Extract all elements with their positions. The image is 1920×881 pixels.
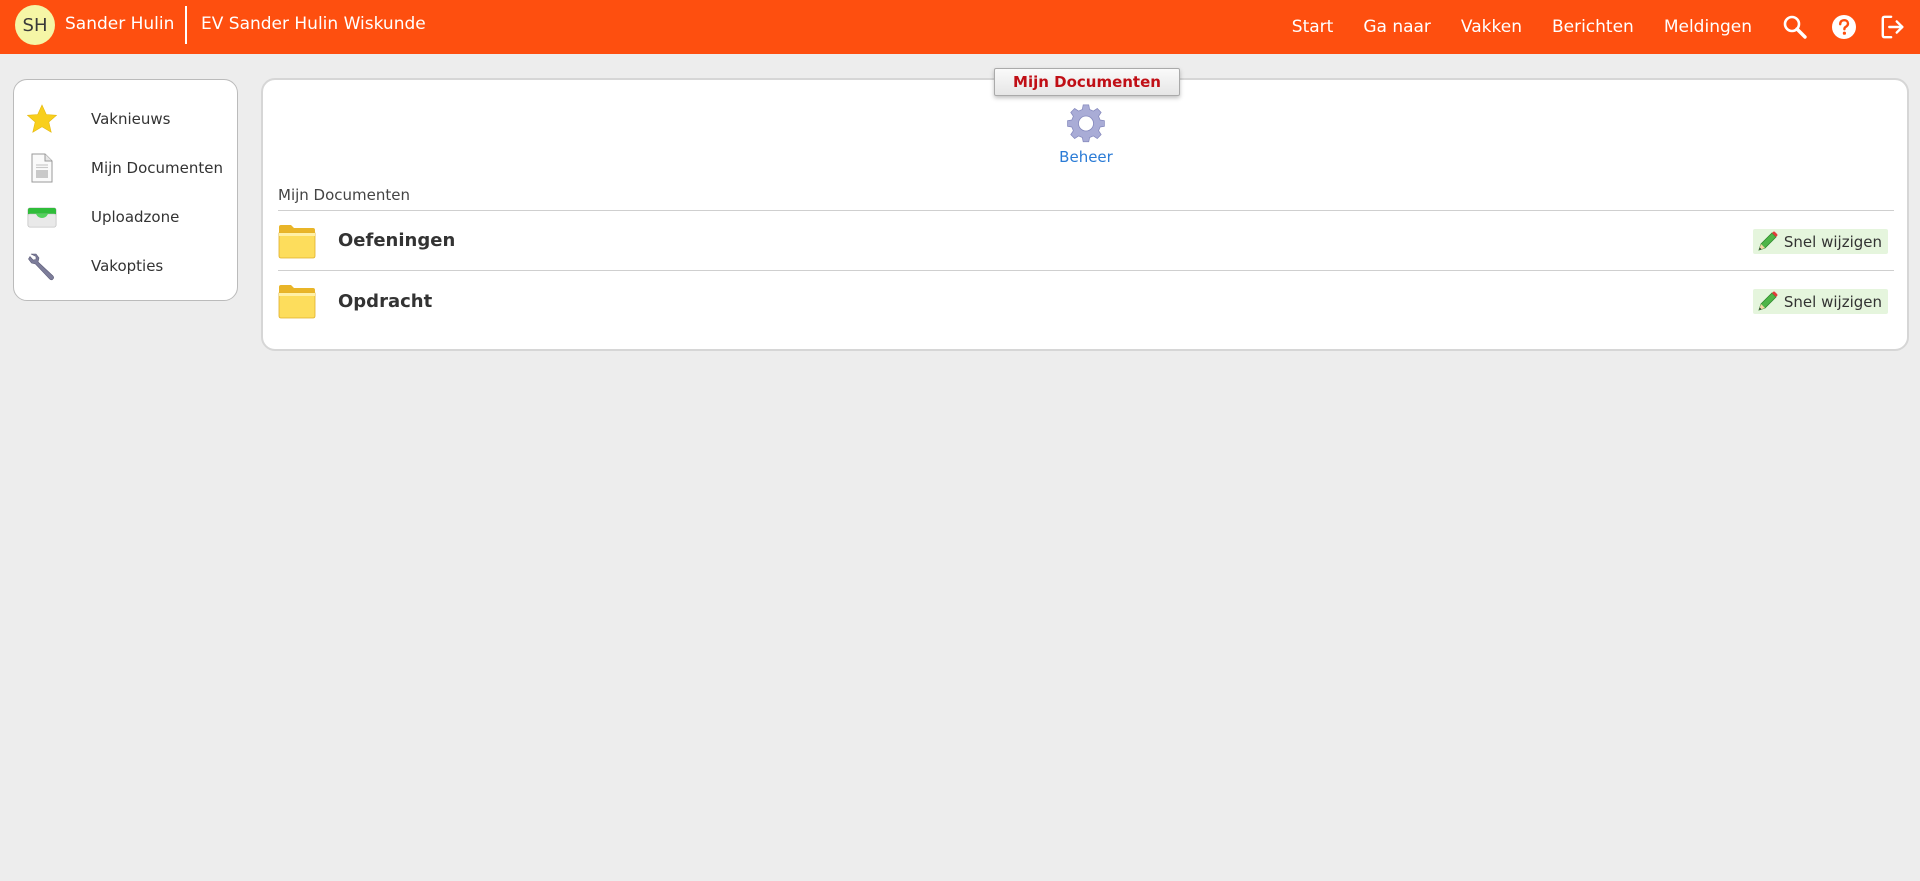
nav-start[interactable]: Start (1292, 17, 1334, 37)
folder-icon (278, 281, 318, 321)
documents-panel: Mijn Documenten Beheer Mijn Documenten O… (261, 68, 1909, 351)
panel-title: Mijn Documenten (994, 68, 1180, 96)
folder-row-opdracht[interactable]: Opdracht Snel wijzigen (278, 271, 1894, 331)
section-title: Mijn Documenten (278, 186, 410, 204)
sidebar-item-label: Vaknieuws (91, 109, 171, 128)
pencil-icon (1756, 291, 1778, 313)
nav-ga-naar[interactable]: Ga naar (1363, 17, 1431, 37)
nav-vakken[interactable]: Vakken (1461, 17, 1522, 37)
folder-name[interactable]: Opdracht (338, 291, 432, 312)
gear-icon (1066, 104, 1106, 148)
nav-berichten[interactable]: Berichten (1552, 17, 1634, 37)
folder-icon (278, 221, 318, 261)
sidebar-item-label: Mijn Documenten (91, 158, 223, 177)
quick-edit-button[interactable]: Snel wijzigen (1752, 289, 1888, 314)
logout-icon[interactable] (1880, 14, 1906, 40)
inbox-icon (27, 202, 57, 232)
folder-list: Oefeningen Snel wijzigen Opdracht Snel w… (278, 210, 1894, 331)
help-icon[interactable] (1831, 14, 1857, 40)
sidebar: Vaknieuws Mijn Documenten Uploadzone Vak… (13, 79, 238, 301)
nav-meldingen[interactable]: Meldingen (1664, 17, 1752, 37)
sidebar-item-uploadzone[interactable]: Uploadzone (14, 192, 237, 241)
star-icon (27, 103, 57, 134)
beheer-button[interactable]: Beheer (1033, 104, 1139, 166)
main-nav: Start Ga naar Vakken Berichten Meldingen (1292, 0, 1920, 54)
sidebar-item-vakopties[interactable]: Vakopties (14, 241, 237, 290)
sidebar-item-label: Vakopties (91, 256, 164, 275)
pencil-icon (1756, 231, 1778, 253)
sidebar-item-label: Uploadzone (91, 207, 180, 226)
sidebar-item-vaknieuws[interactable]: Vaknieuws (14, 94, 237, 143)
folder-row-oefeningen[interactable]: Oefeningen Snel wijzigen (278, 211, 1894, 271)
top-bar: SH Sander Hulin EV Sander Hulin Wiskunde… (0, 0, 1920, 54)
quick-edit-label: Snel wijzigen (1783, 292, 1882, 311)
folder-name[interactable]: Oefeningen (338, 230, 455, 251)
avatar[interactable]: SH (15, 5, 55, 45)
quick-edit-label: Snel wijzigen (1783, 232, 1882, 251)
beheer-label: Beheer (1059, 148, 1113, 166)
quick-edit-button[interactable]: Snel wijzigen (1752, 229, 1888, 254)
user-name[interactable]: Sander Hulin (65, 14, 174, 34)
header-divider (185, 6, 187, 44)
wrench-icon (27, 251, 57, 281)
document-icon (27, 153, 57, 183)
course-title[interactable]: EV Sander Hulin Wiskunde (201, 14, 426, 34)
search-icon[interactable] (1782, 14, 1808, 40)
sidebar-item-mijn-documenten[interactable]: Mijn Documenten (14, 143, 237, 192)
